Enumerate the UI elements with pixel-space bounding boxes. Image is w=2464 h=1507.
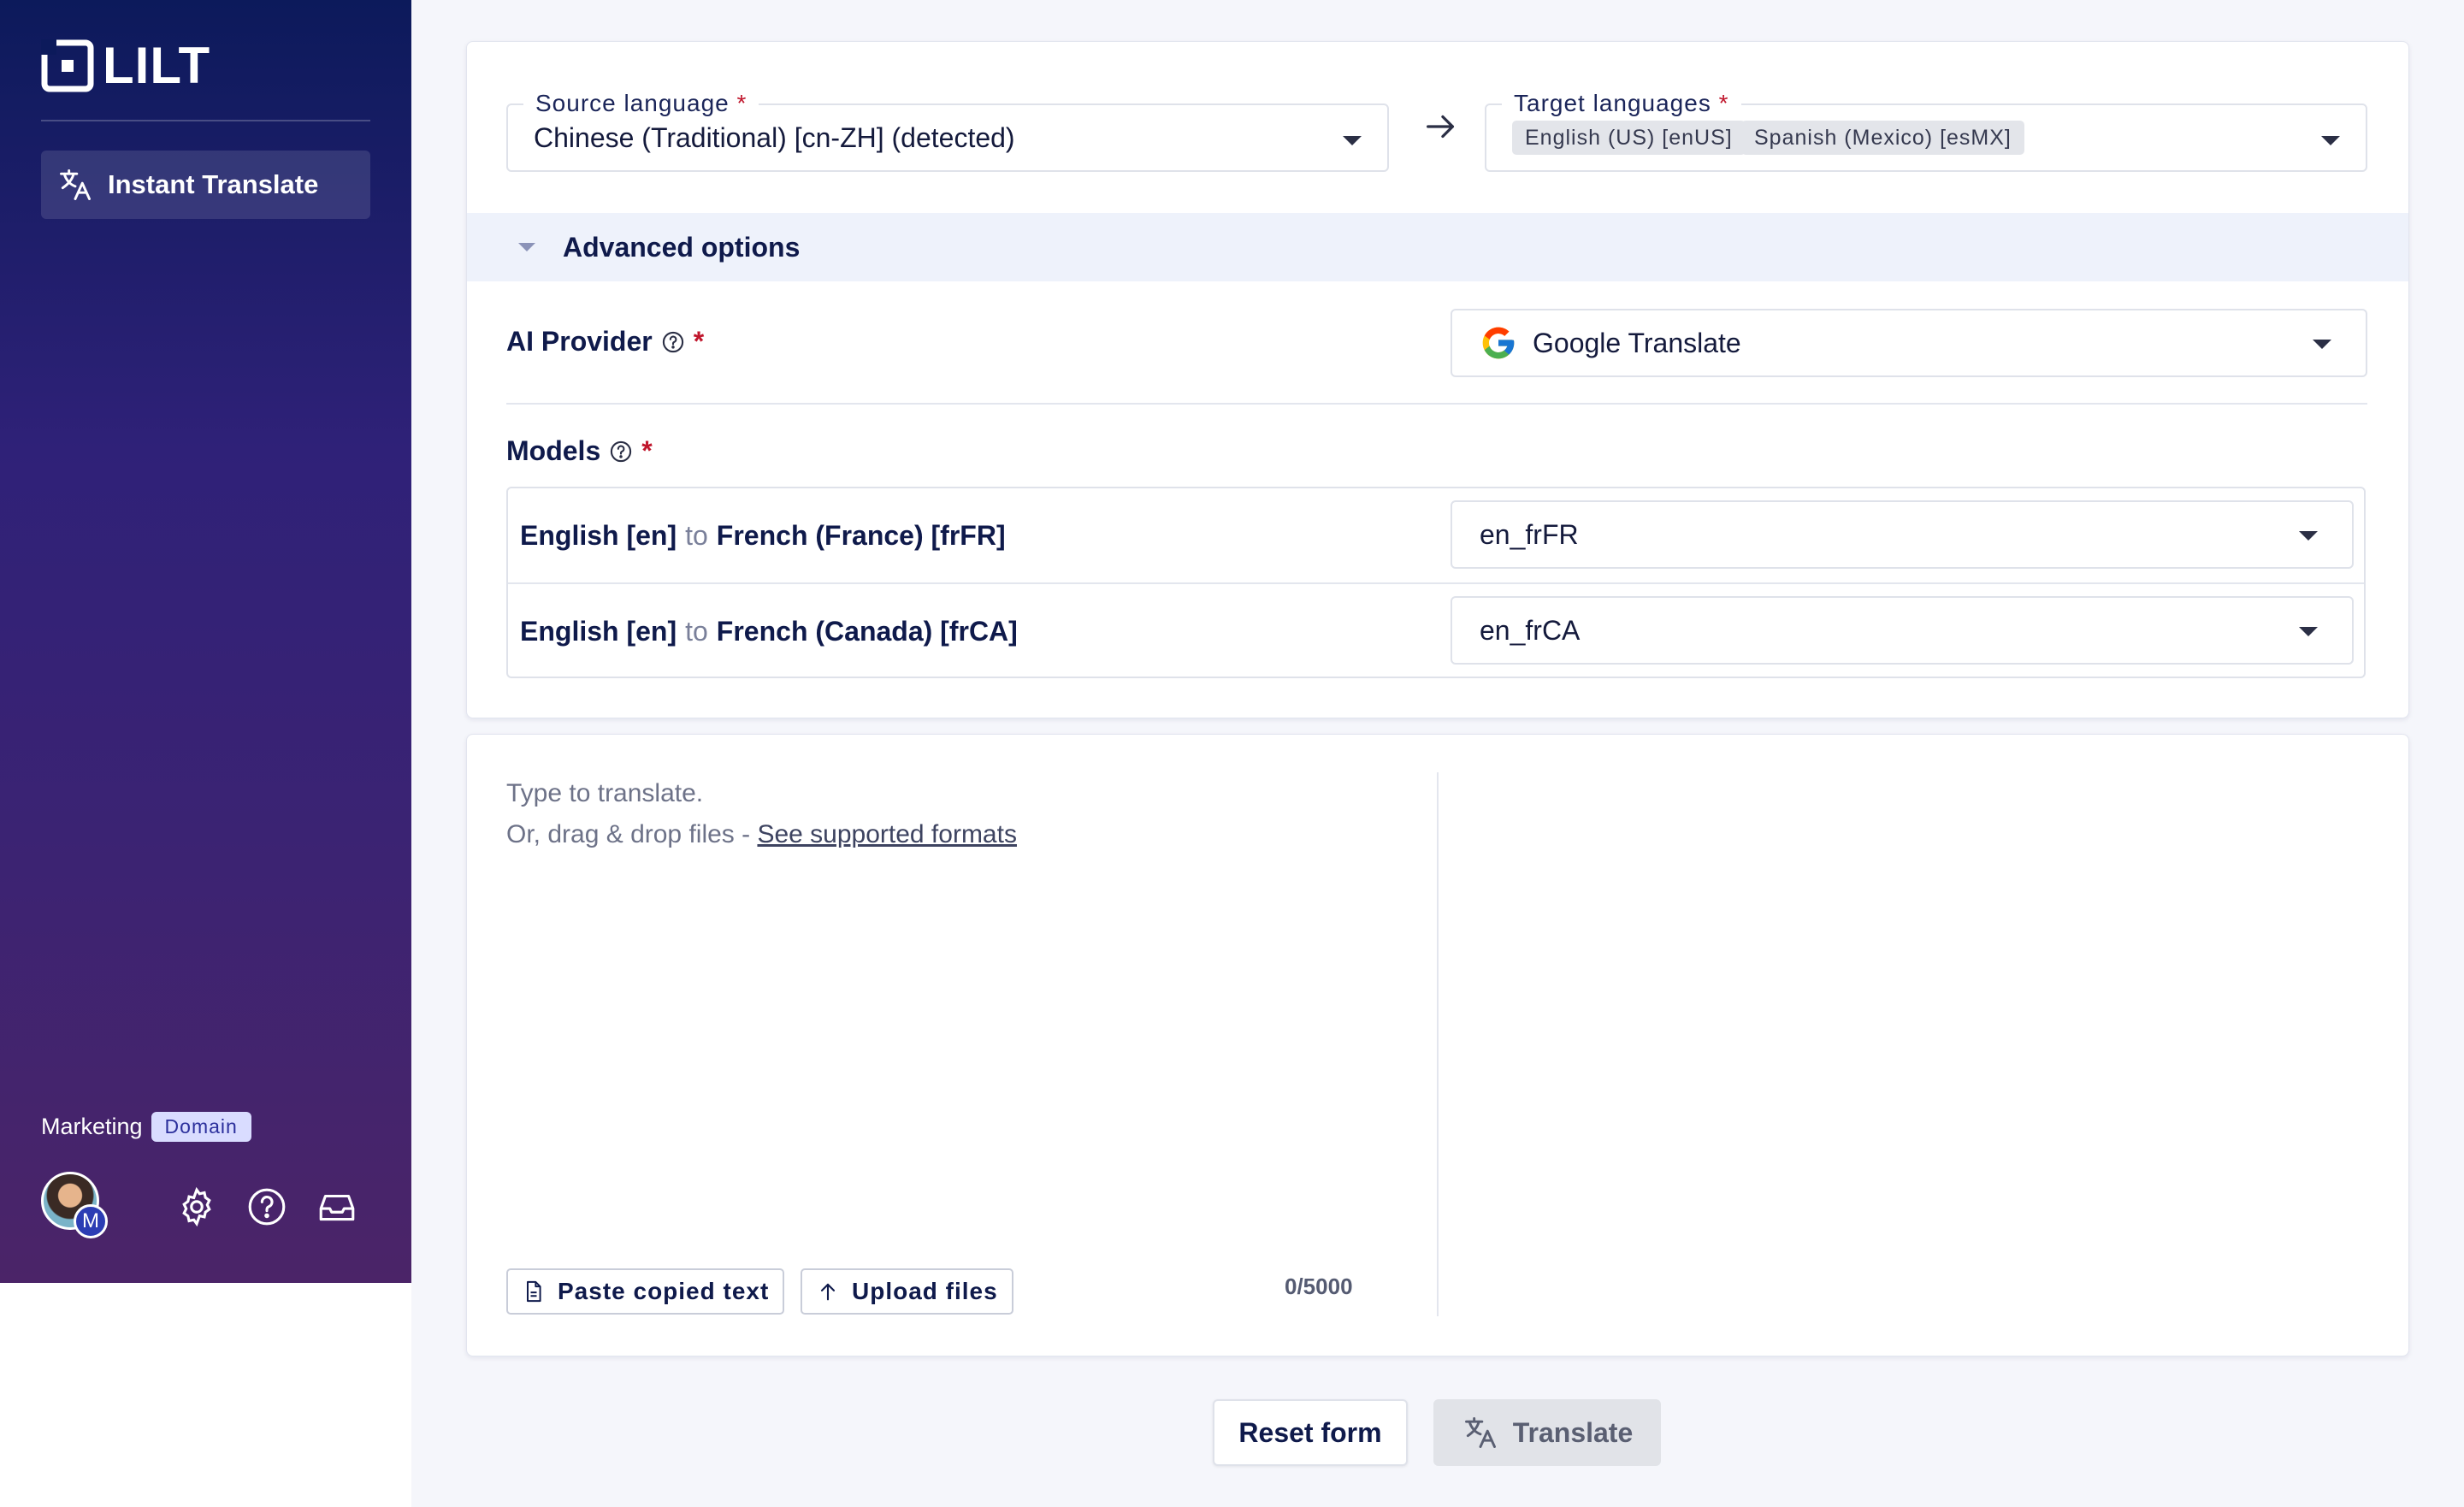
character-counter: 0/5000 [1285, 1274, 1353, 1299]
workspace-selector[interactable]: Marketing Domain [41, 1112, 251, 1142]
domain-badge: Domain [151, 1112, 251, 1142]
model-select-value: en_frFR [1480, 518, 1579, 550]
translation-input-card: Type to translate. Or, drag & drop files… [466, 734, 2409, 1356]
reset-form-button[interactable]: Reset form [1213, 1399, 1408, 1466]
sidebar-item-label: Instant Translate [108, 169, 319, 199]
model-row: English [en] to French (Canada) [frCA] e… [508, 582, 2364, 678]
lilt-logo[interactable]: LILT [41, 39, 210, 92]
help-icon[interactable] [661, 330, 685, 354]
sidebar-divider [41, 120, 370, 121]
model-language-pair: English [en] to French (France) [frFR] [520, 519, 1006, 551]
document-icon [527, 1280, 541, 1303]
model-row: English [en] to French (France) [frFR] e… [508, 488, 2364, 582]
chevron-down-icon [2299, 627, 2318, 636]
paste-copied-text-button[interactable]: Paste copied text [506, 1268, 785, 1315]
translation-settings-card: Source language * Chinese (Traditional) … [466, 41, 2409, 718]
model-select-value: en_frCA [1480, 614, 1581, 646]
pane-divider [1437, 772, 1439, 1316]
drop-files-hint: Or, drag & drop files - See supported fo… [506, 820, 1017, 848]
chevron-down-icon [2313, 340, 2331, 349]
supported-formats-link[interactable]: See supported formats [757, 820, 1017, 848]
gear-icon[interactable] [175, 1185, 218, 1228]
workspace-name: Marketing [41, 1114, 143, 1139]
help-icon[interactable] [609, 440, 633, 464]
target-languages-legend: Target languages * [1502, 90, 1741, 117]
section-divider [506, 403, 2367, 405]
model-select-fr-fr[interactable]: en_frFR [1451, 500, 2354, 569]
chevron-down-icon [2321, 136, 2340, 145]
advanced-options-label: Advanced options [563, 231, 801, 263]
chevron-down-icon [1343, 136, 1362, 145]
google-logo-icon [1482, 327, 1515, 359]
user-avatar[interactable]: M [41, 1172, 111, 1242]
source-text-input[interactable]: Type to translate. [506, 779, 703, 808]
translate-icon [1464, 1417, 1496, 1448]
lilt-logo-icon [41, 39, 94, 92]
sidebar: LILT Instant Translate Marketing Domain … [0, 0, 411, 1283]
ai-provider-label: AI Provider * [506, 326, 705, 357]
model-select-fr-ca[interactable]: en_frCA [1451, 596, 2354, 665]
advanced-options-toggle[interactable]: Advanced options [467, 213, 2408, 281]
help-icon[interactable] [245, 1185, 288, 1228]
models-table: English [en] to French (France) [frFR] e… [506, 487, 2366, 678]
translation-output-pane [1442, 772, 2366, 1316]
target-chip-en-us[interactable]: English (US) [enUS] [1512, 121, 1746, 155]
translate-icon [60, 169, 91, 200]
sidebar-utility-icons [175, 1185, 358, 1228]
target-chip-es-mx[interactable]: Spanish (Mexico) [esMX] [1741, 121, 2024, 155]
target-languages-select[interactable]: Target languages * English (US) [enUS] S… [1485, 90, 2367, 172]
chevron-down-icon [2299, 531, 2318, 541]
lilt-logo-text: LILT [103, 37, 211, 94]
models-label: Models * [506, 435, 653, 466]
ai-provider-value: Google Translate [1533, 327, 1741, 358]
model-language-pair: English [en] to French (Canada) [frCA] [520, 615, 1018, 647]
upload-files-button[interactable]: Upload files [801, 1268, 1013, 1315]
arrow-right-icon [1427, 115, 1455, 139]
collapse-caret-icon [518, 243, 535, 251]
source-language-select[interactable]: Source language * Chinese (Traditional) … [506, 90, 1389, 172]
sidebar-item-instant-translate[interactable]: Instant Translate [41, 151, 370, 219]
sidebar-footer-blank [0, 1283, 411, 1507]
source-language-legend: Source language * [523, 90, 759, 117]
source-language-value: Chinese (Traditional) [cn-ZH] (detected) [534, 122, 1015, 153]
translate-button[interactable]: Translate [1433, 1399, 1661, 1466]
arrow-up-icon [820, 1283, 836, 1301]
avatar-badge: M [74, 1204, 108, 1238]
ai-provider-select[interactable]: Google Translate [1451, 309, 2367, 377]
inbox-icon[interactable] [316, 1185, 358, 1228]
